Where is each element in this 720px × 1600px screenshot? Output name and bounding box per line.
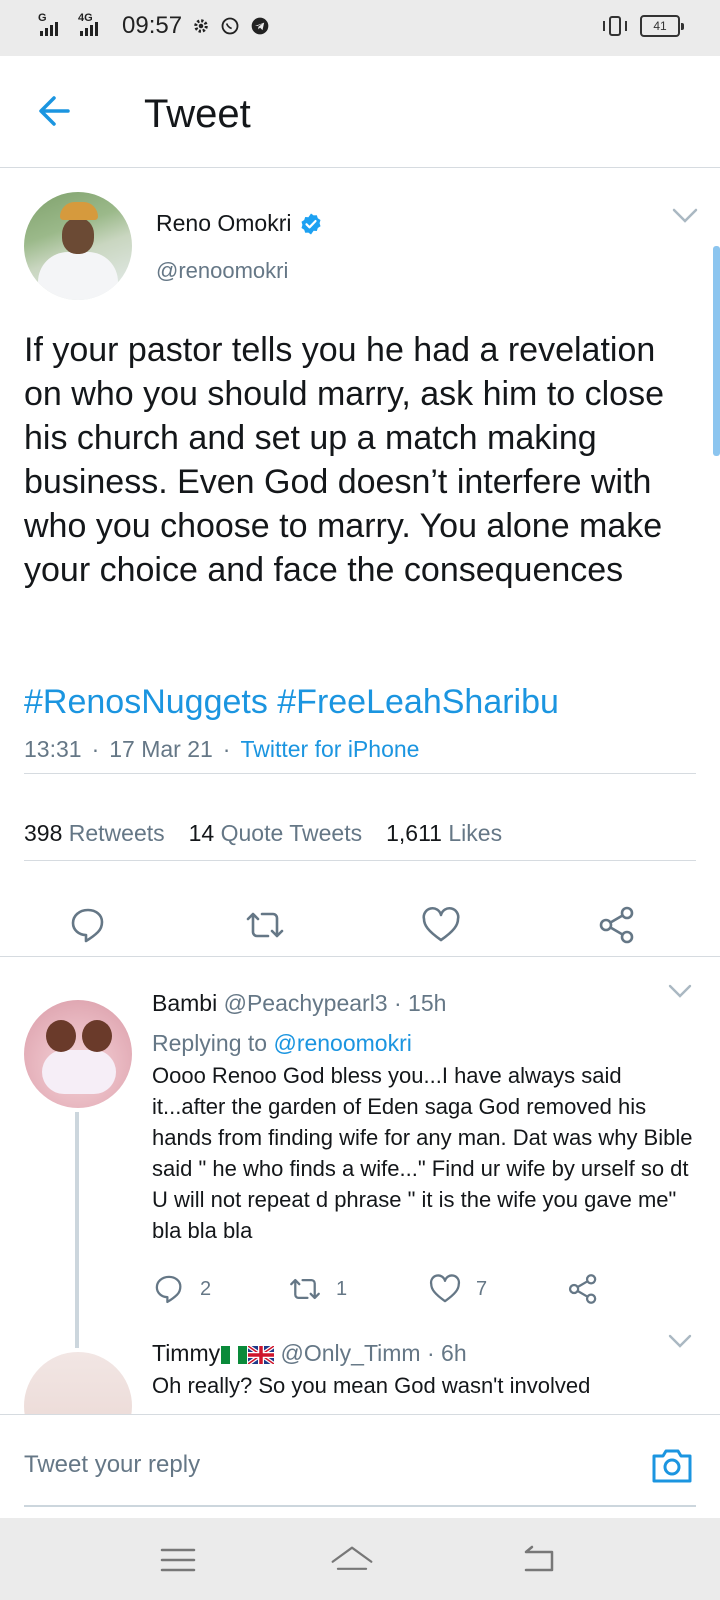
- thread-line: [75, 1112, 79, 1348]
- share-icon: [568, 1274, 597, 1304]
- reply-share-button[interactable]: [566, 1272, 600, 1306]
- heart-icon: [429, 1274, 461, 1303]
- like-count: 7: [476, 1277, 488, 1300]
- system-nav-bar: [0, 1518, 720, 1600]
- input-underline: [24, 1505, 696, 1507]
- likes-label: Likes: [448, 820, 503, 846]
- likes-count: 1,611: [386, 820, 442, 846]
- author-name-row[interactable]: Reno Omokri: [156, 210, 323, 237]
- reply-actions: 2 1 7: [152, 1272, 692, 1312]
- reply-author-name[interactable]: Timmy: [152, 1340, 220, 1366]
- reply-header: Timmy @Only_Timm · 6h: [152, 1340, 467, 1367]
- reply-text: Oh really? So you mean God wasn't involv…: [152, 1373, 591, 1398]
- chevron-down-icon[interactable]: [668, 1334, 692, 1348]
- back-nav-icon[interactable]: [516, 1540, 560, 1580]
- reply-reply-button[interactable]: 2: [152, 1272, 211, 1306]
- status-time: 09:57: [122, 12, 183, 39]
- vibrate-icon: [602, 14, 628, 38]
- section-divider: [0, 956, 720, 957]
- retweets-count: 398: [24, 820, 63, 846]
- divider: [24, 860, 696, 861]
- meta-dot: ·: [91, 736, 100, 762]
- reply-composer: Tweet your reply: [0, 1414, 720, 1518]
- tweet-time: 13:31: [24, 736, 82, 762]
- replying-to-link[interactable]: @renoomokri: [273, 1030, 411, 1056]
- quotes-label: Quote Tweets: [220, 820, 363, 846]
- reply-age: 6h: [441, 1340, 467, 1366]
- tweet-hashtags[interactable]: #RenosNuggets #FreeLeahSharibu: [24, 680, 559, 724]
- quotes-count: 14: [188, 820, 215, 846]
- meta-dot: ·: [426, 1340, 435, 1366]
- telegram-icon: [251, 17, 269, 35]
- author-name[interactable]: Reno Omokri: [156, 210, 291, 237]
- reply-header: Bambi @Peachypearl3 · 15h: [152, 990, 446, 1017]
- top-app-bar: Tweet: [0, 56, 720, 168]
- reply-avatar[interactable]: [24, 1000, 132, 1108]
- reply-text: Oooo Renoo God bless you...I have always…: [152, 1063, 693, 1243]
- share-icon[interactable]: [596, 904, 638, 946]
- tweet-source-link[interactable]: Twitter for iPhone: [240, 736, 419, 763]
- settings-gear-icon: [194, 19, 208, 33]
- camera-icon[interactable]: [650, 1445, 694, 1485]
- status-bar-left: G 4G 09:57: [38, 12, 270, 40]
- heart-icon[interactable]: [420, 904, 462, 946]
- replying-to: Replying to @renoomokri: [152, 1030, 412, 1057]
- retweets-label: Retweets: [68, 820, 165, 846]
- signal-4g-icon: 4G: [78, 12, 108, 38]
- likes-stat[interactable]: 1,611 Likes: [386, 820, 502, 847]
- chevron-down-icon[interactable]: [672, 208, 698, 224]
- reply-author-handle[interactable]: @Only_Timm: [281, 1340, 421, 1366]
- tweet-meta: 13:31 · 17 Mar 21 · Twitter for iPhone: [24, 736, 419, 763]
- reply-input[interactable]: Tweet your reply: [24, 1451, 200, 1479]
- divider: [24, 773, 696, 774]
- tweet-date: 17 Mar 21: [109, 736, 213, 762]
- tweet-text: If your pastor tells you he had a revela…: [24, 331, 664, 589]
- signal-icon: G: [38, 12, 68, 38]
- quote-tweets-stat[interactable]: 14 Quote Tweets: [189, 820, 362, 847]
- retweet-count: 1: [336, 1277, 348, 1300]
- chevron-down-icon[interactable]: [668, 984, 692, 998]
- retweet-icon[interactable]: [244, 904, 286, 946]
- menu-icon[interactable]: [156, 1540, 200, 1580]
- tweet-actions: [0, 904, 720, 954]
- meta-dot: ·: [222, 736, 231, 762]
- retweets-stat[interactable]: 398 Retweets: [24, 820, 165, 847]
- reply-like-button[interactable]: 7: [428, 1272, 487, 1306]
- reply-count: 2: [200, 1277, 212, 1300]
- status-bar: G 4G 09:57 41: [0, 0, 720, 56]
- meta-dot: ·: [393, 990, 402, 1016]
- home-icon[interactable]: [330, 1540, 374, 1580]
- battery-icon: 41: [640, 15, 684, 37]
- status-bar-right: 41: [602, 14, 684, 38]
- author-handle[interactable]: @renoomokri: [156, 258, 288, 284]
- reply-icon[interactable]: [67, 904, 109, 946]
- reply-age: 15h: [408, 990, 447, 1016]
- scrollbar[interactable]: [713, 246, 720, 456]
- tweet-stats: 398 Retweets 14 Quote Tweets 1,611 Likes: [24, 820, 502, 847]
- verified-badge-icon: [301, 213, 321, 234]
- reply-retweet-button[interactable]: 1: [288, 1272, 347, 1306]
- arrow-left-icon[interactable]: [30, 86, 80, 136]
- nigeria-flag-icon: [221, 1346, 248, 1364]
- battery-level: 41: [653, 19, 667, 33]
- retweet-icon: [290, 1278, 320, 1300]
- reply-author-name[interactable]: Bambi: [152, 990, 217, 1016]
- page-title: Tweet: [144, 92, 251, 136]
- whatsapp-icon: [221, 17, 239, 35]
- uk-flag-icon: [248, 1346, 275, 1364]
- author-avatar[interactable]: [24, 192, 132, 300]
- reply-icon: [155, 1275, 182, 1304]
- reply-author-handle[interactable]: @Peachypearl3: [224, 990, 388, 1016]
- replying-prefix: Replying to: [152, 1030, 268, 1056]
